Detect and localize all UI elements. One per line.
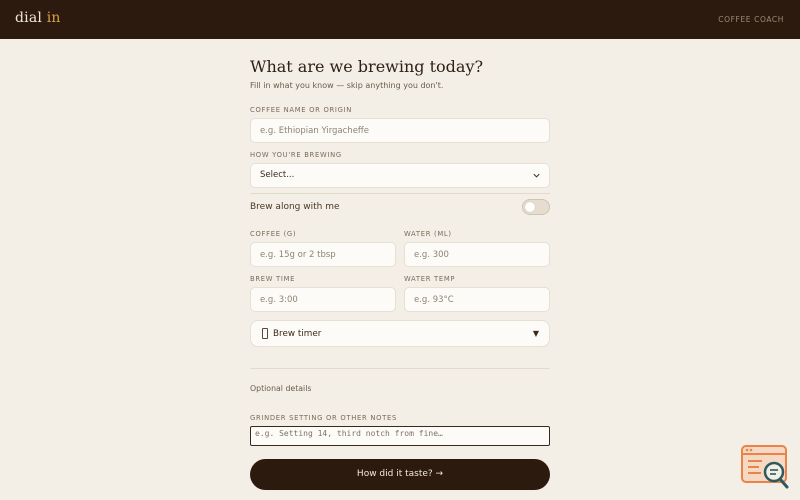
brew-method-value: Select... (260, 170, 295, 180)
submit-taste-button[interactable]: How did it taste? → (250, 459, 550, 490)
brand-logo[interactable]: dial in (15, 10, 61, 26)
chevron-down-icon (533, 173, 540, 178)
top-bar: dial in COFFEE COACH (0, 0, 800, 39)
brew-along-label: Brew along with me (250, 202, 340, 212)
notes-textarea[interactable] (250, 426, 550, 446)
coffee-amount-label: COFFEE (G) (250, 230, 297, 238)
toggle-knob (525, 202, 535, 212)
brew-along-toggle[interactable] (522, 199, 550, 215)
brew-timer-label: Brew timer (273, 329, 322, 339)
optional-details-heading: Optional details (250, 384, 312, 393)
brand-name: dial (15, 10, 47, 26)
notes-label: GRINDER SETTING OR OTHER NOTES (250, 414, 398, 422)
coffee-coach-link[interactable]: COFFEE COACH (718, 15, 784, 24)
coffee-name-input[interactable] (250, 118, 550, 143)
dropdown-arrow-icon: ▼ (532, 329, 539, 338)
coffee-name-label: COFFEE NAME OR ORIGIN (250, 106, 353, 114)
brew-method-label: HOW YOU'RE BREWING (250, 151, 342, 159)
divider (250, 368, 550, 369)
water-amount-input[interactable] (404, 242, 550, 267)
support-widget-icon[interactable] (740, 444, 792, 490)
brew-method-select[interactable]: Select... (250, 163, 550, 188)
brew-time-label: BREW TIME (250, 275, 296, 283)
timer-icon (262, 328, 268, 339)
coffee-amount-input[interactable] (250, 242, 396, 267)
water-temp-label: WATER TEMP (404, 275, 456, 283)
water-amount-label: WATER (ML) (404, 230, 452, 238)
divider (250, 193, 550, 194)
page-subtitle: Fill in what you know — skip anything yo… (250, 81, 444, 90)
brand-accent: in (46, 10, 61, 26)
brew-time-input[interactable] (250, 287, 396, 312)
brew-timer-toggle[interactable]: Brew timer ▼ (250, 320, 550, 347)
water-temp-input[interactable] (404, 287, 550, 312)
page-title: What are we brewing today? (250, 57, 484, 76)
